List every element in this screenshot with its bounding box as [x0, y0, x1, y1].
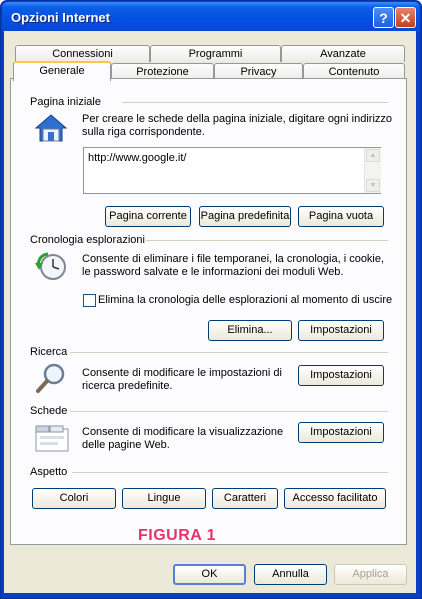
house-icon [33, 112, 69, 144]
fonts-button[interactable]: Caratteri [212, 488, 278, 509]
tabs-settings-button[interactable]: Impostazioni [298, 422, 384, 443]
appearance-separator [72, 472, 388, 473]
home-page-heading: Pagina iniziale [30, 96, 101, 108]
delete-on-exit-label[interactable]: Elimina la cronologia delle esplorazioni… [98, 294, 392, 307]
accessibility-button[interactable]: Accesso facilitato [284, 488, 386, 509]
home-page-url-textarea[interactable]: http://www.google.it/ [83, 147, 381, 194]
current-page-button[interactable]: Pagina corrente [105, 206, 191, 227]
tabs-separator [70, 411, 388, 412]
languages-button[interactable]: Lingue [122, 488, 206, 509]
delete-on-exit-checkbox[interactable] [83, 294, 96, 307]
search-settings-button[interactable]: Impostazioni [298, 365, 384, 386]
tab-programmi[interactable]: Programmi [150, 45, 281, 62]
search-separator [70, 352, 388, 353]
history-settings-button[interactable]: Impostazioni [298, 320, 384, 341]
history-heading: Cronologia esplorazioni [30, 234, 145, 246]
cancel-button[interactable]: Annulla [254, 564, 327, 585]
home-page-url-value: http://www.google.it/ [88, 152, 187, 164]
colors-button[interactable]: Colori [32, 488, 116, 509]
history-separator [146, 240, 388, 241]
tabs-description: Consente di modificare la visualizzazion… [82, 426, 284, 451]
title-bar[interactable]: Opzioni Internet ? ✕ [2, 2, 420, 32]
default-page-button[interactable]: Pagina predefinita [199, 206, 291, 227]
appearance-heading: Aspetto [30, 466, 68, 478]
figure-annotation: FIGURA 1 [138, 527, 217, 544]
apply-button[interactable]: Applica [334, 564, 407, 585]
tab-connessioni[interactable]: Connessioni [15, 45, 150, 62]
magnifier-icon [35, 362, 67, 394]
tab-generale[interactable]: Generale [13, 61, 111, 81]
close-button[interactable]: ✕ [395, 7, 416, 28]
window-title: Opzioni Internet [11, 10, 110, 25]
tab-avanzate[interactable]: Avanzate [281, 45, 405, 62]
tabs-heading: Schede [30, 405, 68, 417]
search-heading: Ricerca [30, 346, 68, 358]
history-clock-icon [34, 251, 68, 283]
blank-page-button[interactable]: Pagina vuota [298, 206, 384, 227]
search-description: Consente di modificare le impostazioni d… [82, 367, 282, 392]
tabbed-window-icon [35, 423, 69, 453]
url-textarea-scrollbar[interactable]: ▲ ▼ [364, 148, 381, 193]
delete-history-button[interactable]: Elimina... [208, 320, 292, 341]
home-page-description: Per creare le schede della pagina inizia… [82, 113, 393, 138]
scroll-up-icon[interactable]: ▲ [366, 149, 380, 162]
help-button[interactable]: ? [373, 7, 394, 28]
history-description: Consente di eliminare i file temporanei,… [82, 253, 385, 278]
ok-button[interactable]: OK [173, 564, 246, 585]
scroll-down-icon[interactable]: ▼ [366, 179, 380, 192]
home-page-separator [122, 102, 388, 103]
